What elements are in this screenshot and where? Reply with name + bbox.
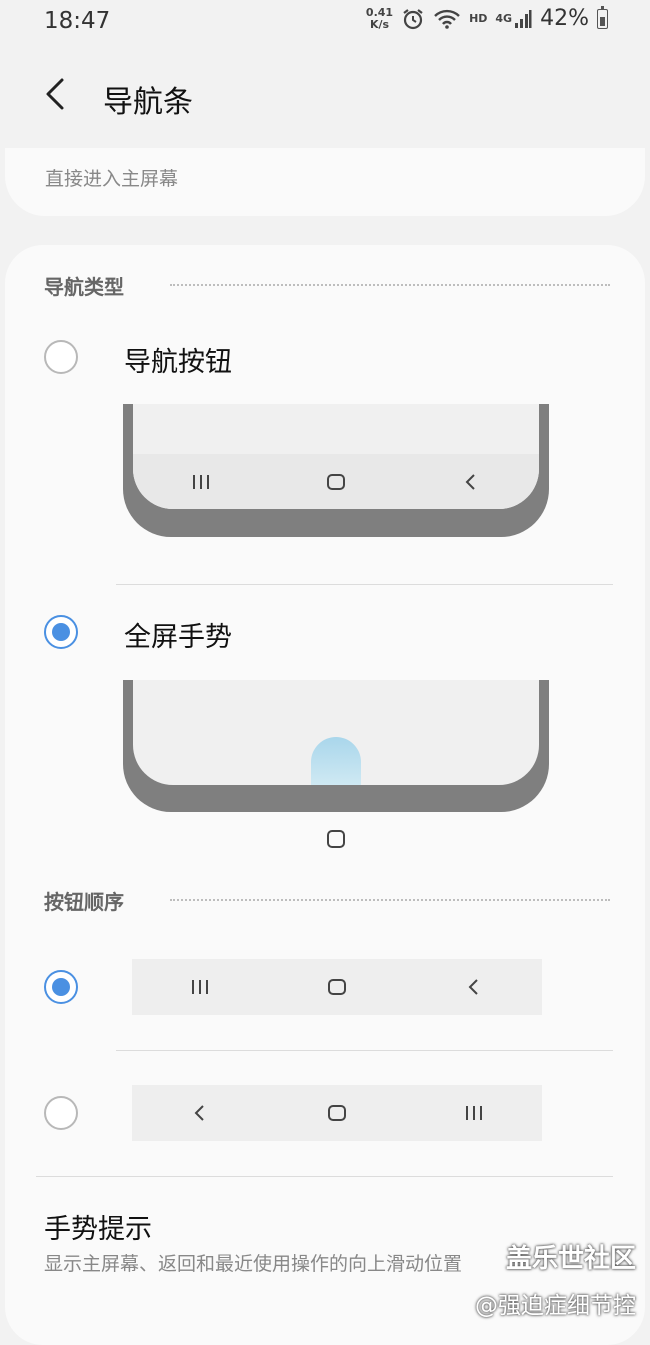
net-speed-value: 0.41: [365, 5, 394, 19]
hd-label: HD: [469, 12, 488, 25]
nav-buttons-label[interactable]: 导航按钮: [124, 340, 232, 379]
nav-buttons-preview[interactable]: [123, 404, 549, 537]
button-order-section-title: 按钮顺序: [44, 890, 124, 914]
signal-icon: [515, 9, 532, 28]
watermark-community: 盖乐世社区: [505, 1244, 636, 1274]
section-divider: [36, 1176, 613, 1177]
status-time: 18:47: [44, 8, 111, 34]
home-icon: [327, 1105, 346, 1121]
order-option-2-strip[interactable]: [132, 1085, 542, 1141]
home-icon: [327, 830, 345, 848]
page-title: 导航条: [103, 85, 193, 120]
home-icon: [327, 979, 346, 995]
nav-type-section-title: 导航类型: [44, 275, 124, 299]
signal-label: 4G: [495, 12, 513, 25]
back-icon: [194, 1105, 205, 1121]
status-icons: 0.41 K/s HD 4G 42%: [365, 5, 608, 31]
battery-percent: 42%: [540, 6, 589, 31]
full-screen-gestures-radio[interactable]: [44, 615, 78, 649]
recents-icon: [192, 980, 209, 994]
nav-buttons-radio[interactable]: [44, 340, 78, 374]
option-divider: [116, 1050, 613, 1051]
order-option-1-strip[interactable]: [132, 959, 542, 1015]
recents-icon: [465, 1106, 482, 1120]
wifi-icon: [434, 9, 460, 29]
preview-screen: [133, 404, 539, 509]
net-speed-unit: K/s: [369, 17, 390, 31]
preview-nav-bar: [133, 454, 539, 509]
home-icon: [326, 473, 345, 490]
section-divider-dots: [170, 284, 610, 286]
back-arrow-icon[interactable]: [36, 74, 76, 114]
order-option-1-radio[interactable]: [44, 970, 78, 1004]
watermark-author: @强迫症细节控: [475, 1293, 636, 1319]
recents-icon: [192, 474, 209, 489]
section-divider-dots: [170, 899, 610, 901]
gesture-swipe-area: [311, 737, 361, 785]
option-divider: [116, 584, 613, 585]
top-card-text: 直接进入主屏幕: [45, 168, 179, 190]
back-icon: [465, 473, 476, 490]
net-speed: 0.41 K/s: [365, 5, 394, 31]
alarm-icon: [403, 8, 423, 29]
gesture-hint-title[interactable]: 手势提示: [44, 1207, 152, 1246]
top-card[interactable]: 直接进入主屏幕: [5, 148, 645, 216]
battery-icon: [597, 5, 608, 29]
back-icon: [468, 979, 478, 995]
app-header: 导航条: [0, 60, 650, 130]
status-bar: 18:47 0.41 K/s HD 4G 42%: [0, 0, 650, 46]
order-option-2-radio[interactable]: [44, 1096, 78, 1130]
full-screen-gestures-label[interactable]: 全屏手势: [124, 615, 232, 654]
